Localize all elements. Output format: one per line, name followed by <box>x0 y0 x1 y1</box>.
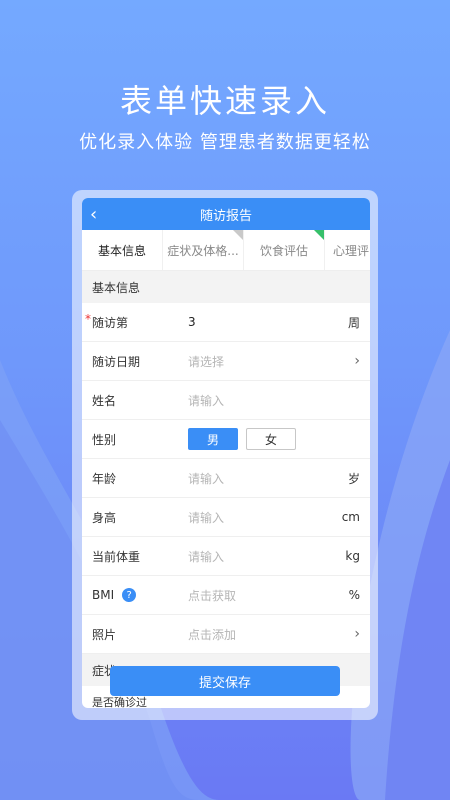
date-label: 随访日期 <box>92 354 141 369</box>
bmi-label: BMI ? <box>92 588 188 602</box>
tab-diet[interactable]: 饮食评估 <box>244 230 325 270</box>
age-unit: 岁 <box>347 471 360 486</box>
help-icon[interactable]: ? <box>122 588 137 602</box>
weight-input[interactable]: 请输入 <box>188 548 345 565</box>
gender-label: 性别 <box>92 432 117 447</box>
row-date[interactable]: 随访日期 请选择 › <box>82 342 370 381</box>
visit-value[interactable]: 3 <box>188 315 348 329</box>
section-basic: 基本信息 <box>82 271 370 303</box>
row-weight: 当前体重 请输入 kg <box>82 537 370 576</box>
weight-label: 当前体重 <box>92 549 141 564</box>
phone-screen: ‹ 随访报告 基本信息 症状及体格... 饮食评估 心理评 基本信息 * 随访第… <box>82 198 370 708</box>
photo-input[interactable]: 点击添加 <box>188 626 354 643</box>
row-name: 姓名 请输入 <box>82 381 370 420</box>
tab-psych[interactable]: 心理评 <box>325 230 370 270</box>
tab-diet-label: 饮食评估 <box>259 243 308 258</box>
gender-selector: 男 女 <box>188 428 360 450</box>
submit-save-button[interactable]: 提交保存 <box>110 666 340 696</box>
required-mark: * <box>85 311 91 326</box>
weight-unit: kg <box>345 549 360 563</box>
chevron-right-icon: › <box>354 626 360 642</box>
tab-basic-info[interactable]: 基本信息 <box>82 230 163 270</box>
row-bmi: BMI ? 点击获取 % <box>82 576 370 615</box>
visit-label: * 随访第 <box>85 312 188 331</box>
gender-female-button[interactable]: 女 <box>246 428 296 450</box>
tab-corner-gray <box>233 230 243 240</box>
bmi-label-text: BMI <box>92 588 115 602</box>
tab-symptoms[interactable]: 症状及体格... <box>163 230 244 270</box>
photo-label: 照片 <box>92 627 117 642</box>
page-title: 随访报告 <box>199 208 252 224</box>
name-label: 姓名 <box>92 393 117 408</box>
hero-title: 表单快速录入 <box>119 82 330 120</box>
tab-symptoms-label: 症状及体格... <box>167 243 239 258</box>
gender-male-button[interactable]: 男 <box>188 428 238 450</box>
back-icon[interactable]: ‹ <box>90 198 97 230</box>
row-height: 身高 请输入 cm <box>82 498 370 537</box>
tab-corner-green <box>314 230 324 240</box>
date-input[interactable]: 请选择 <box>188 353 354 370</box>
nav-bar: ‹ 随访报告 <box>82 198 370 230</box>
height-unit: cm <box>341 510 360 524</box>
chevron-right-icon: › <box>354 353 360 369</box>
row-gender: 性别 男 女 <box>82 420 370 459</box>
height-label: 身高 <box>92 510 117 525</box>
age-input[interactable]: 请输入 <box>188 470 348 487</box>
age-label: 年龄 <box>92 471 117 486</box>
visit-unit: 周 <box>347 315 360 330</box>
bmi-unit: % <box>348 588 360 602</box>
name-input[interactable]: 请输入 <box>188 392 360 409</box>
bmi-input[interactable]: 点击获取 <box>188 587 349 604</box>
next-row-label: 是否确诊过 <box>92 696 147 708</box>
row-photo[interactable]: 照片 点击添加 › <box>82 615 370 654</box>
row-visit: * 随访第 3 周 <box>82 303 370 342</box>
tab-bar: 基本信息 症状及体格... 饮食评估 心理评 <box>82 230 370 271</box>
visit-label-text: 随访第 <box>92 315 129 330</box>
height-input[interactable]: 请输入 <box>188 509 342 526</box>
row-age: 年龄 请输入 岁 <box>82 459 370 498</box>
hero-subtitle: 优化录入体验 管理患者数据更轻松 <box>79 132 371 153</box>
